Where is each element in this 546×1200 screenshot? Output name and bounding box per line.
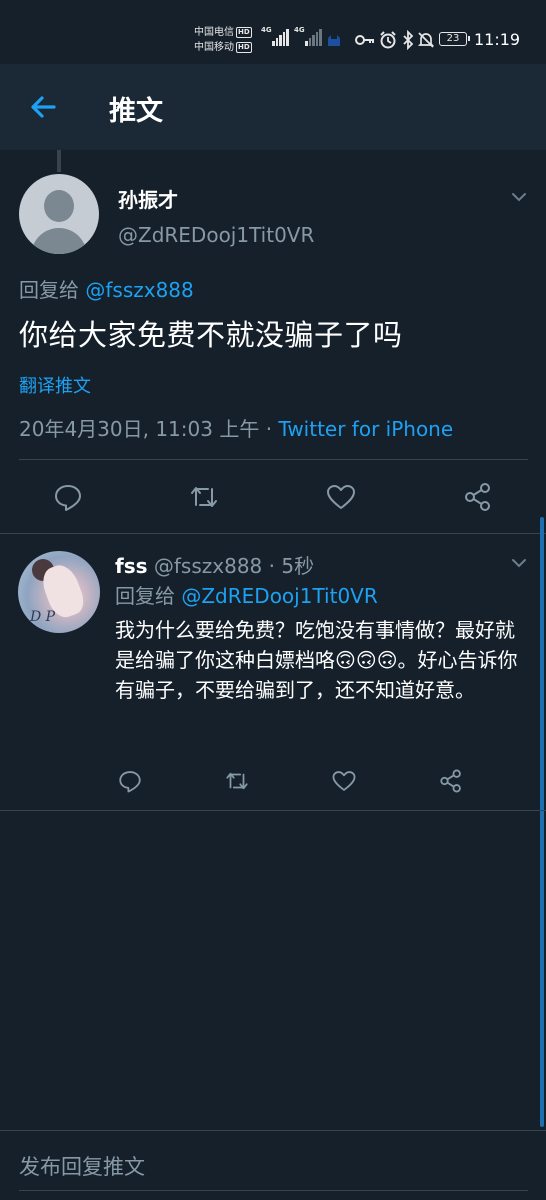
reply-input[interactable]: 发布回复推文 [19,1151,145,1181]
translate-tweet-link[interactable]: 翻译推文 [19,372,91,398]
reply-mention-link[interactable]: @fsszx888 [85,278,193,302]
back-arrow-icon[interactable] [28,92,58,122]
reply-icon[interactable] [52,481,84,513]
reply-context: 回复给 @fsszx888 [19,274,194,303]
author-handle[interactable]: @ZdREDooj1Tit0VR [118,223,314,247]
reply-icon[interactable] [117,768,143,794]
reply-prefix: 回复给 [115,584,175,608]
avatar[interactable]: D P [18,551,100,633]
chevron-down-icon[interactable] [508,552,530,574]
avatar-text: D P [30,609,56,625]
author-name[interactable]: 孙振才 [118,184,178,213]
tweet-actions [0,762,546,802]
time-separator: · [262,554,282,578]
divider [19,459,528,460]
tweet-header: fss @fsszx888 · 5秒 [115,550,314,579]
avatar[interactable] [19,174,99,254]
status-bar: 中国电信 HD 中国移动 HD 4G 4G 23 11:19 [0,0,546,64]
reply-composer: 发布回复推文 [0,1130,546,1200]
key-icon [355,35,374,45]
author-handle[interactable]: @fsszx888 [154,554,262,578]
composer-underline [19,1190,528,1191]
hd-badge: HD [236,27,252,38]
battery-indicator: 23 [439,32,470,46]
clock: 11:19 [474,30,521,49]
reply-mention-link[interactable]: @ZdREDooj1Tit0VR [181,584,377,608]
share-icon[interactable] [462,481,494,513]
scrollbar[interactable] [540,517,544,1127]
retweet-icon[interactable] [224,768,250,794]
carrier-2: 中国移动 [194,42,234,53]
mute-bell-icon [417,32,435,48]
signal-icon: 4G [294,26,322,46]
carrier-1: 中国电信 [194,27,234,38]
signal-icon: 4G [261,26,289,46]
hd-badge: HD [236,42,252,53]
share-icon[interactable] [438,768,464,794]
app-bar: 推文 [0,64,546,150]
network-type-2: 4G [294,26,305,34]
divider [0,810,546,811]
tweet-source-link[interactable]: Twitter for iPhone [278,417,453,441]
chevron-down-icon[interactable] [508,186,530,208]
cat-icon [328,35,340,46]
retweet-icon[interactable] [188,481,220,513]
thread-line [57,150,61,172]
page-title: 推文 [109,96,163,127]
reply-prefix: 回复给 [19,278,79,302]
alarm-icon [380,31,396,49]
like-icon[interactable] [325,481,357,513]
bluetooth-icon [403,30,414,50]
tweet-actions [0,470,546,524]
network-type-1: 4G [261,26,272,34]
tweet-timestamp: 20年4月30日, 11:03 上午 · [19,417,279,441]
tweet-text: 你给大家免费不就没骗子了吗 [19,318,403,352]
like-icon[interactable] [331,768,357,794]
tweet-time: 5秒 [281,554,315,578]
tweet-text: 我为什么要给免费？吃饱没有事情做？最好就是给骗了你这种白嫖档咯🙃🙃🙃。好心告诉你… [115,618,518,702]
reply-context: 回复给 @ZdREDooj1Tit0VR [115,580,378,609]
tweet-meta: 20年4月30日, 11:03 上午 · Twitter for iPhone [19,413,453,442]
divider [0,533,546,534]
carrier-info: 中国电信 HD 中国移动 HD [194,25,252,55]
author-name[interactable]: fss [115,554,148,578]
